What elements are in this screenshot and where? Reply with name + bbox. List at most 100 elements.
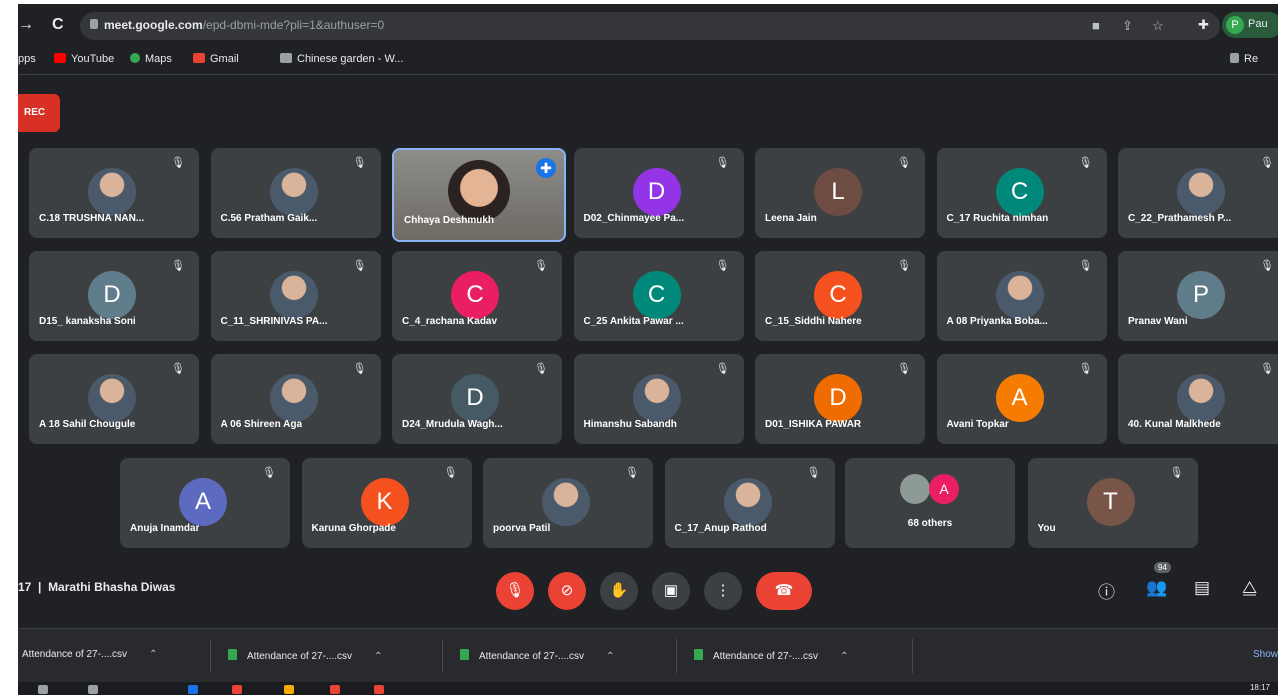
leave-call-button[interactable]: ☎ bbox=[756, 572, 812, 610]
mic-muted-icon: 🎙 bbox=[352, 363, 367, 375]
participant-tile[interactable]: T 🎙 You bbox=[1027, 458, 1198, 548]
participant-name: C_4_rachana Kadav bbox=[402, 316, 498, 327]
participant-tile[interactable]: 🎙 A 08 Priyanka Boba... bbox=[936, 251, 1107, 341]
participant-avatar: K bbox=[360, 478, 409, 526]
mic-muted-icon: 🎙 bbox=[715, 157, 730, 169]
app-icon[interactable] bbox=[188, 685, 198, 694]
app-icon[interactable] bbox=[374, 685, 384, 694]
participant-tile[interactable]: P 🎙 Pranav Wani bbox=[1118, 251, 1278, 341]
participant-avatar bbox=[995, 271, 1044, 319]
youtube-icon bbox=[54, 53, 66, 63]
file-icon bbox=[460, 649, 469, 660]
participant-tile[interactable]: A 🎙 Anuja Inamdar bbox=[120, 458, 290, 548]
others-tile[interactable]: A 68 others bbox=[845, 458, 1015, 548]
raise-hand-button[interactable]: ✋ bbox=[600, 572, 638, 610]
participant-tile[interactable]: C 🎙 C_25 Ankita Pawar ... bbox=[573, 251, 744, 341]
download-item[interactable]: Attendance of 27-....csv ⌃ bbox=[694, 649, 848, 662]
url-text[interactable]: meet.google.com/epd-dbmi-mde?pli=1&authu… bbox=[104, 18, 384, 32]
participant-avatar: C bbox=[632, 271, 681, 319]
participant-tile[interactable]: D 🎙 D24_Mrudula Wagh... bbox=[392, 354, 562, 444]
participant-name: C_17_Anup Rathod bbox=[674, 523, 767, 534]
reload-icon[interactable]: C bbox=[52, 16, 64, 34]
camera-toggle-button[interactable]: ⊘ bbox=[548, 572, 586, 610]
bookmark-chinese-garden[interactable]: Chinese garden - W... bbox=[280, 53, 403, 65]
mic-muted-icon: 🎙 bbox=[171, 363, 185, 375]
mic-muted-icon: 🎙 bbox=[897, 260, 911, 272]
participant-tile[interactable]: 🎙 40. Kunal Malkhede bbox=[1118, 354, 1278, 444]
more-options-button[interactable]: ⋮ bbox=[704, 572, 742, 610]
mic-toggle-button[interactable]: 🎙 bbox=[496, 572, 534, 610]
meeting-title: Marathi Bhasha Diwas bbox=[48, 580, 176, 594]
participant-tile[interactable]: L 🎙 Leena Jain bbox=[755, 148, 925, 238]
download-item[interactable]: Attendance of 27-....csv ⌃ bbox=[22, 649, 157, 660]
participant-tile[interactable]: C 🎙 C_4_rachana Kadav bbox=[392, 251, 562, 341]
download-shelf: Attendance of 27-....csv ⌃ Attendance of … bbox=[18, 628, 1278, 683]
participant-name: A 06 Shireen Aga bbox=[220, 419, 303, 430]
address-bar[interactable]: meet.google.com/epd-dbmi-mde?pli=1&authu… bbox=[80, 12, 1220, 40]
taskbar-clock: 18:17 bbox=[1249, 683, 1270, 692]
others-avatar: A bbox=[929, 474, 959, 504]
reading-list[interactable]: Re bbox=[1230, 53, 1258, 65]
participant-tile[interactable]: K 🎙 Karuna Ghorpade bbox=[301, 458, 472, 548]
participant-tile[interactable]: C 🎙 C_15_Siddhi Nahere bbox=[755, 251, 925, 341]
download-filename: Attendance of 27-....csv bbox=[479, 651, 585, 662]
chat-icon[interactable]: ▤ bbox=[1194, 578, 1210, 598]
people-icon[interactable]: 👥 bbox=[1146, 578, 1167, 598]
participant-tile[interactable]: 🎙 C_11_SHRINIVAS PA... bbox=[210, 251, 381, 341]
show-all-downloads-button[interactable]: Show bbox=[1253, 649, 1278, 660]
bookmark-gmail[interactable]: Gmail bbox=[193, 53, 239, 65]
bookmark-apps[interactable]: pps bbox=[18, 53, 36, 65]
download-item[interactable]: Attendance of 27-....csv ⌃ bbox=[228, 649, 382, 662]
participant-tile[interactable]: 🎙 C_22_Prathamesh P... bbox=[1118, 148, 1278, 238]
mic-muted-icon: 🎙 bbox=[1260, 260, 1274, 272]
participant-tile[interactable]: C 🎙 C_17 Ruchita nimhan bbox=[936, 148, 1107, 238]
profile-button[interactable]: P Pau bbox=[1222, 12, 1278, 38]
chevron-up-icon[interactable]: ⌃ bbox=[374, 651, 382, 662]
chrome-icon[interactable] bbox=[232, 685, 242, 694]
participant-tile[interactable]: 🎙 C.56 Pratham Gaik... bbox=[210, 148, 381, 238]
bookmark-star-icon[interactable]: ☆ bbox=[1152, 18, 1164, 34]
participant-name: C_22_Prathamesh P... bbox=[1128, 213, 1232, 224]
chevron-up-icon[interactable]: ⌃ bbox=[840, 651, 848, 662]
participant-tile[interactable]: 🎙 C_17_Anup Rathod bbox=[664, 458, 835, 548]
download-item[interactable]: Attendance of 27-....csv ⌃ bbox=[460, 649, 614, 662]
participant-tile[interactable]: 🎙 poorva Patil bbox=[483, 458, 653, 548]
mic-muted-icon: 🎙 bbox=[534, 260, 548, 272]
extensions-icon[interactable]: ✚ bbox=[1198, 16, 1209, 34]
bookmark-maps[interactable]: Maps bbox=[130, 53, 172, 65]
chevron-up-icon[interactable]: ⌃ bbox=[606, 651, 614, 662]
app-icon[interactable] bbox=[330, 685, 340, 694]
bookmark-youtube[interactable]: YouTube bbox=[54, 53, 114, 65]
participant-tile[interactable]: D 🎙 D01_ISHIKA PAWAR bbox=[755, 354, 925, 444]
participant-avatar: C bbox=[995, 168, 1044, 216]
task-view-icon[interactable] bbox=[88, 685, 98, 694]
pin-icon[interactable]: ✚ bbox=[536, 158, 556, 178]
share-icon[interactable]: ⇪ bbox=[1122, 18, 1133, 34]
meeting-info-icon[interactable]: ⓘ bbox=[1098, 578, 1115, 603]
participant-avatar: D bbox=[814, 374, 862, 422]
camera-indicator-icon[interactable]: ■ bbox=[1092, 18, 1100, 33]
activities-icon[interactable]: ⧋ bbox=[1242, 578, 1257, 598]
participant-tile[interactable]: 🎙 Himanshu Sabandh bbox=[573, 354, 744, 444]
participant-tile[interactable]: D 🎙 D02_Chinmayee Pa... bbox=[573, 148, 744, 238]
mic-muted-icon: 🎙 bbox=[1260, 363, 1274, 375]
forward-icon[interactable]: → bbox=[18, 16, 34, 34]
participant-avatar bbox=[269, 374, 318, 422]
chevron-up-icon[interactable]: ⌃ bbox=[149, 649, 157, 660]
mic-muted-icon: 🎙 bbox=[1260, 157, 1274, 169]
participant-tile[interactable]: 🎙 C.18 TRUSHNA NAN... bbox=[29, 148, 199, 238]
present-button[interactable]: ▣ bbox=[652, 572, 690, 610]
search-icon[interactable] bbox=[38, 685, 48, 694]
participant-name: D02_Chinmayee Pa... bbox=[583, 213, 685, 224]
participant-tile[interactable]: A 🎙 Avani Topkar bbox=[936, 354, 1107, 444]
participant-tile[interactable]: D 🎙 D15_ kanaksha Soni bbox=[29, 251, 199, 341]
mic-muted-icon: 🎙 bbox=[352, 260, 367, 272]
participant-name: C_17 Ruchita nimhan bbox=[946, 213, 1049, 224]
participant-avatar: A bbox=[995, 374, 1044, 422]
download-filename: Attendance of 27-....csv bbox=[713, 651, 819, 662]
participant-avatar: D bbox=[88, 271, 136, 319]
participant-tile[interactable]: 🎙 A 18 Sahil Chougule bbox=[29, 354, 199, 444]
participant-tile[interactable]: 🎙 A 06 Shireen Aga bbox=[210, 354, 381, 444]
participant-tile[interactable]: ✚ Chhaya Deshmukh bbox=[392, 148, 566, 242]
folder-icon[interactable] bbox=[284, 685, 294, 694]
